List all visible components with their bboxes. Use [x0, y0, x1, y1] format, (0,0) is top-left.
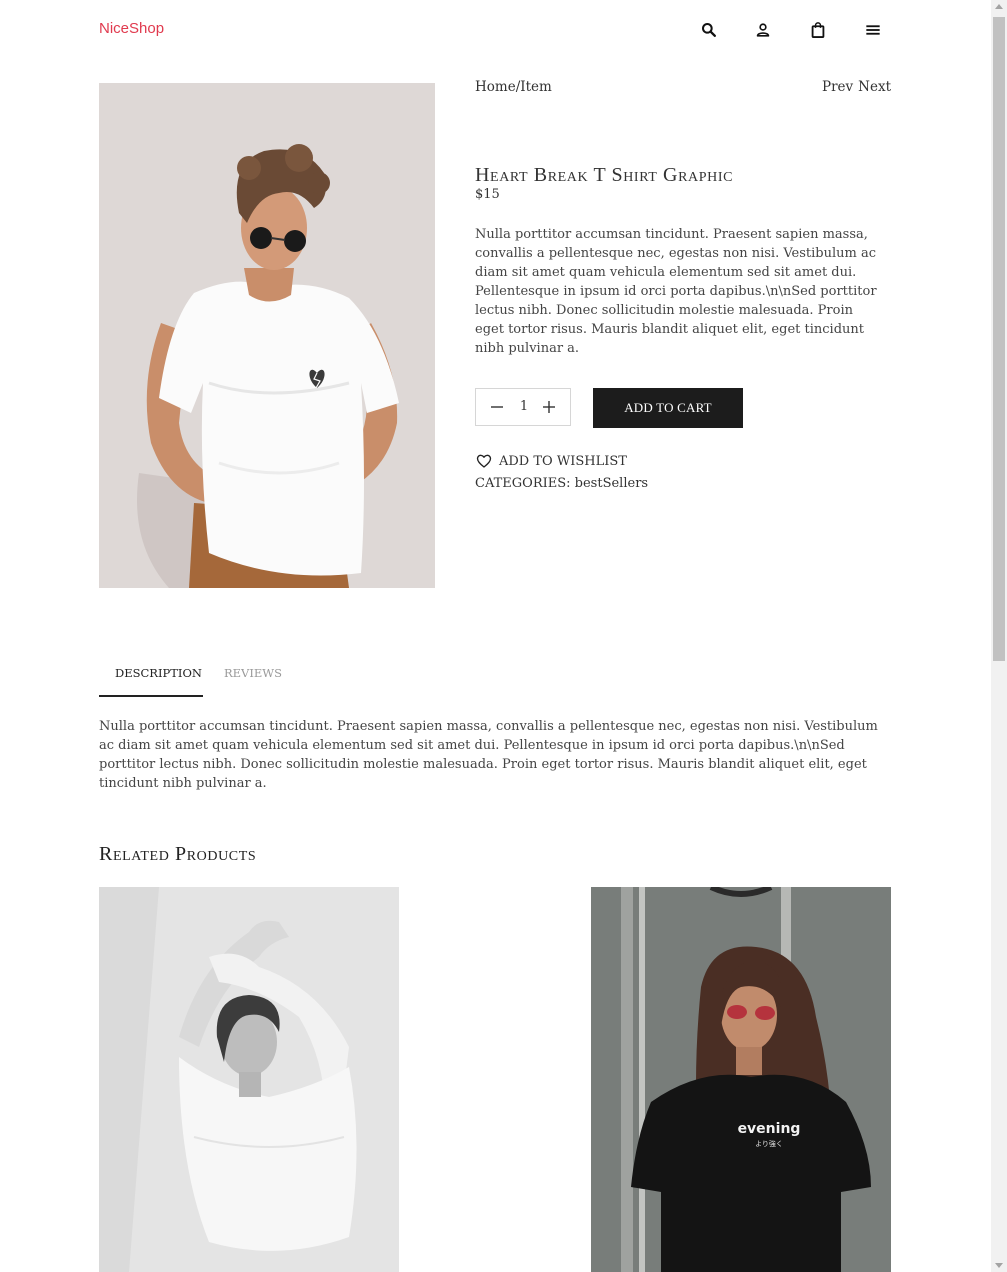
breadcrumb-item[interactable]: Item	[520, 79, 552, 95]
product-title: Heart Break T Shirt Graphic	[475, 164, 734, 186]
tab-description-content: Nulla porttitor accumsan tincidunt. Prae…	[99, 719, 878, 791]
menu-icon[interactable]	[863, 20, 883, 40]
pager: Prev Next	[817, 79, 891, 95]
categories: CATEGORIES: bestSellers	[475, 476, 648, 491]
related-product-image[interactable]	[99, 887, 399, 1272]
plus-icon[interactable]	[539, 397, 559, 417]
active-tab-indicator	[99, 695, 203, 697]
search-icon[interactable]	[699, 20, 719, 40]
quantity-stepper: 1	[475, 388, 571, 426]
product-description: Nulla porttitor accumsan tincidunt. Prae…	[475, 227, 877, 356]
scroll-up-arrow-icon[interactable]	[995, 4, 1003, 9]
related-products-title: Related Products	[99, 843, 257, 865]
vertical-scrollbar[interactable]	[991, 0, 1007, 1272]
tab-description[interactable]: DESCRIPTION	[115, 666, 202, 680]
shopping-bag-icon[interactable]	[808, 20, 828, 40]
next-link[interactable]: Next	[858, 79, 891, 95]
shirt-print-subtext: より強く	[755, 1140, 783, 1148]
breadcrumb-home[interactable]: Home	[475, 79, 516, 95]
wishlist-label: ADD TO WISHLIST	[499, 453, 627, 469]
page: NiceShop Home/Item Prev Next Heart Break…	[0, 0, 991, 1272]
add-to-wishlist-link[interactable]: ADD TO WISHLIST	[475, 452, 627, 470]
categories-label: CATEGORIES:	[475, 476, 571, 491]
breadcrumb: Home/Item	[475, 79, 552, 95]
scrollbar-thumb[interactable]	[993, 17, 1005, 661]
product-price: $15	[475, 187, 500, 202]
add-to-cart-button[interactable]: ADD TO CART	[593, 388, 743, 428]
logo[interactable]: NiceShop	[99, 20, 164, 37]
category-link[interactable]: bestSellers	[575, 476, 648, 491]
user-icon[interactable]	[753, 20, 773, 40]
shirt-print-text: evening	[738, 1121, 801, 1137]
heart-icon	[476, 454, 492, 468]
tab-reviews[interactable]: REVIEWS	[224, 666, 282, 680]
prev-link[interactable]: Prev	[822, 79, 853, 95]
header: NiceShop	[0, 0, 991, 60]
scroll-down-arrow-icon[interactable]	[995, 1263, 1003, 1268]
related-product-image[interactable]: evening より強く	[591, 887, 891, 1272]
product-image	[99, 83, 435, 588]
